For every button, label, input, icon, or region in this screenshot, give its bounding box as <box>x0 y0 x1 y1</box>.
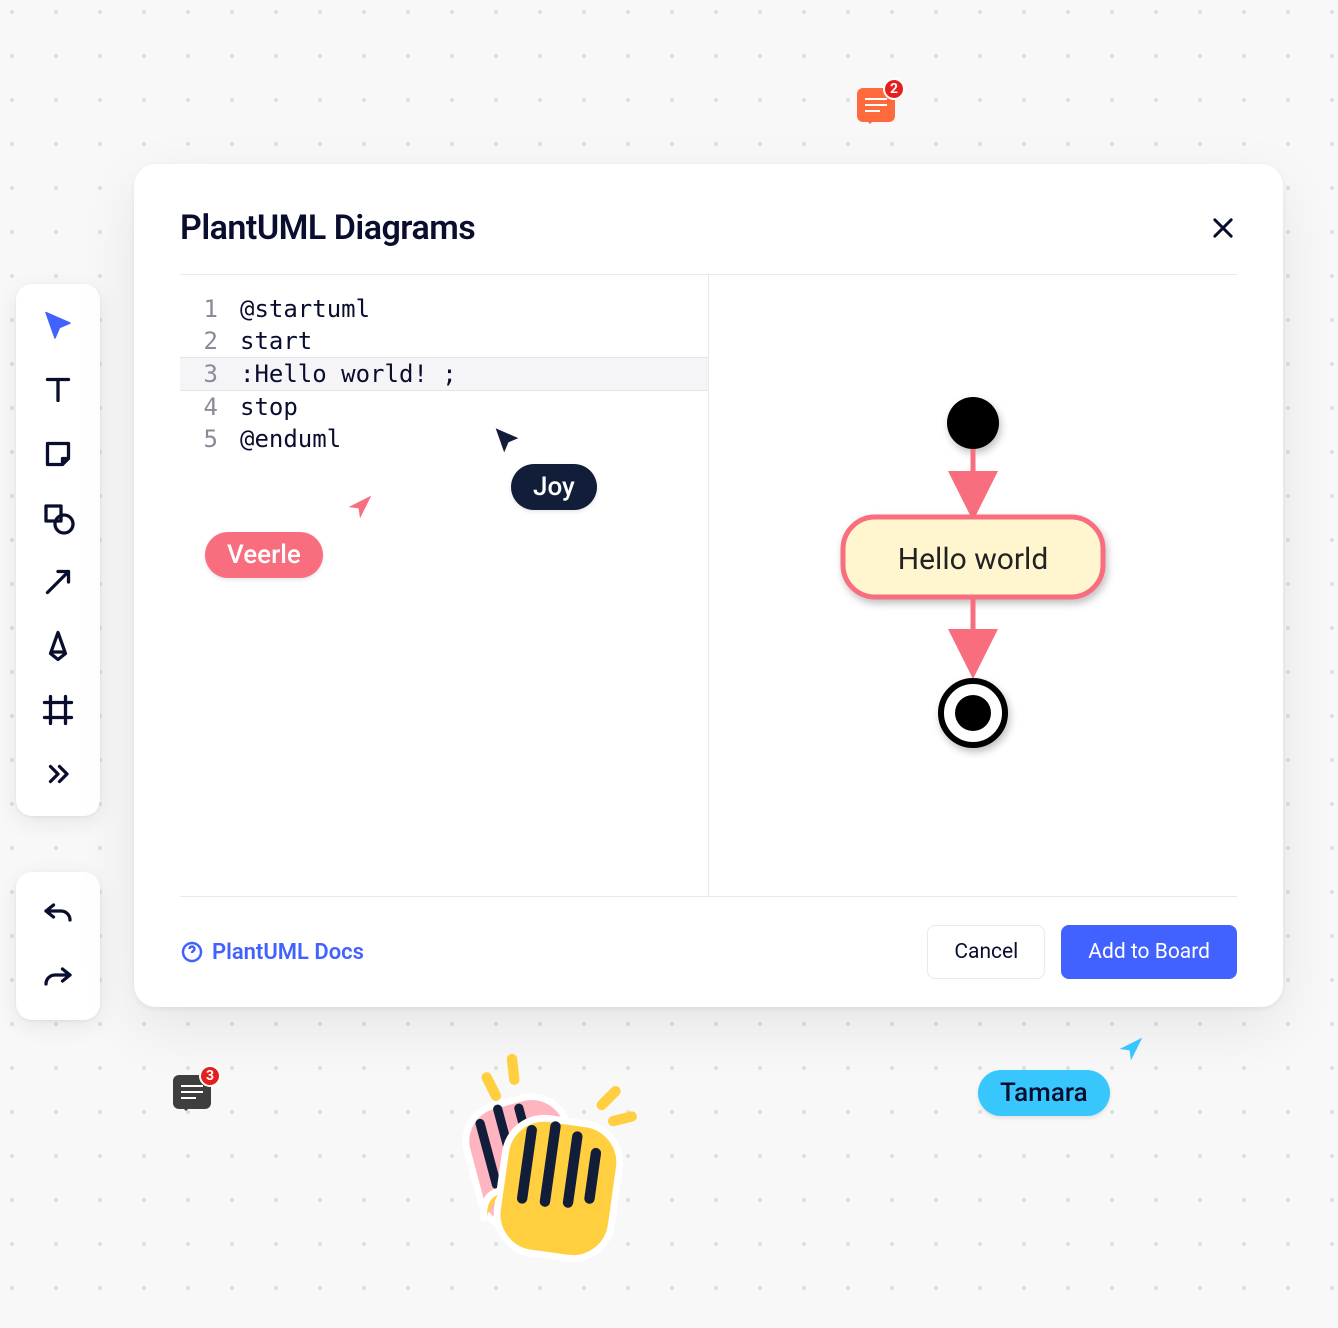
tool-shape[interactable] <box>26 486 90 550</box>
tool-connector[interactable] <box>26 550 90 614</box>
tool-more[interactable] <box>26 742 90 806</box>
tool-frame[interactable] <box>26 678 90 742</box>
remote-cursor-label: Tamara <box>978 1070 1110 1116</box>
comment-count-badge: 3 <box>199 1065 221 1087</box>
docs-link[interactable]: PlantUML Docs <box>180 940 364 965</box>
tool-text[interactable] <box>26 358 90 422</box>
add-to-board-button[interactable]: Add to Board <box>1061 925 1237 979</box>
code-line: 1@startuml <box>180 293 708 325</box>
clap-sticker <box>420 1036 650 1270</box>
code-line: 4stop <box>180 391 708 423</box>
comment-icon[interactable]: 2 <box>857 88 895 122</box>
help-icon <box>180 940 204 964</box>
modal-title: PlantUML Diagrams <box>180 208 475 248</box>
comment-icon[interactable]: 3 <box>173 1075 211 1109</box>
tool-sticky[interactable] <box>26 422 90 486</box>
tool-pointer[interactable] <box>26 294 90 358</box>
undo-redo <box>16 872 100 1020</box>
uml-start-node <box>947 397 999 449</box>
side-toolbar <box>16 284 100 816</box>
code-line: 3:Hello world! ; <box>180 357 708 391</box>
cursor-arrow-icon <box>1114 1032 1148 1070</box>
code-line: 5@enduml <box>180 423 708 455</box>
code-editor[interactable]: 1@startuml 2start 3:Hello world! ; 4stop… <box>180 275 708 896</box>
undo-button[interactable] <box>26 882 90 946</box>
code-line: 2start <box>180 325 708 357</box>
redo-button[interactable] <box>26 946 90 1010</box>
diagram-preview: Hello world <box>709 275 1237 896</box>
uml-activity-label: Hello world <box>898 542 1048 577</box>
cancel-button[interactable]: Cancel <box>927 925 1045 979</box>
plantuml-modal: PlantUML Diagrams 1@startuml 2start 3:He… <box>134 164 1283 1007</box>
close-button[interactable] <box>1209 214 1237 242</box>
tool-pen[interactable] <box>26 614 90 678</box>
comment-count-badge: 2 <box>883 78 905 100</box>
